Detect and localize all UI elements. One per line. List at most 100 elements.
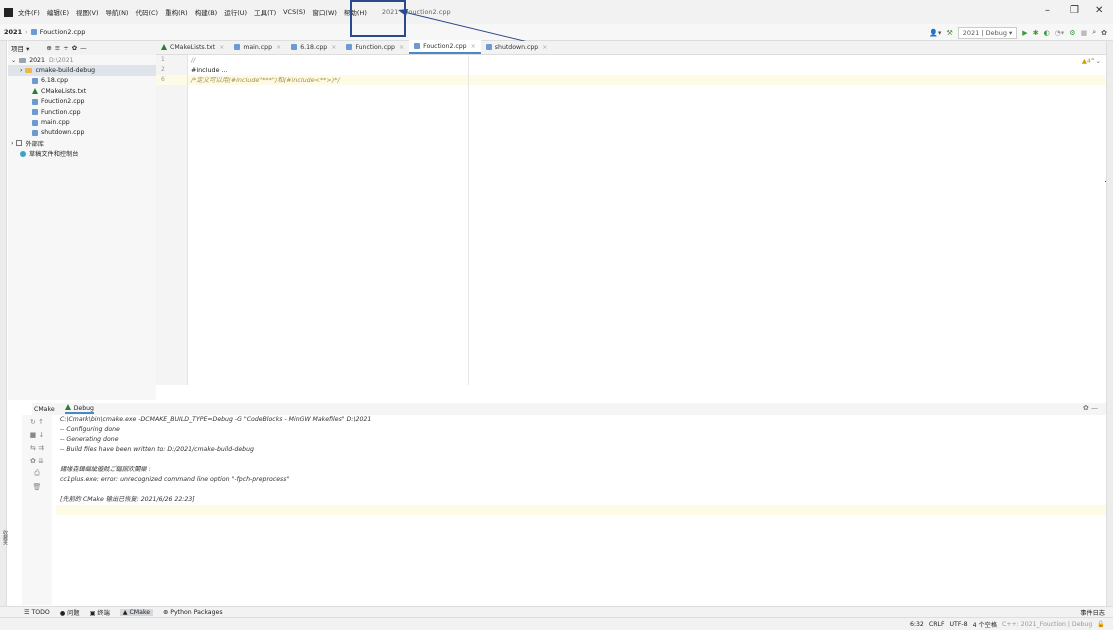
- expand-icon[interactable]: ÷: [63, 44, 68, 52]
- tree-item-label: main.cpp: [41, 119, 70, 127]
- tree-item-cmake-build-debug[interactable]: › cmake-build-debug: [8, 65, 156, 76]
- tree-root[interactable]: ⌄ 2021 D:\2021: [8, 55, 156, 65]
- tab-cmakelists[interactable]: CMakeLists.txt ×: [156, 40, 229, 54]
- cpp-file-icon: [32, 109, 38, 116]
- tab-main[interactable]: main.cpp ×: [229, 40, 286, 54]
- console-toolbar: ↻ ↑ ■ ↓ ⇆ ⇉ ✿ ⇊ ⎙ 🗑: [22, 415, 52, 605]
- tree-item-scratches[interactable]: 草稿文件和控制台: [8, 149, 156, 159]
- trash-icon[interactable]: 🗑: [22, 480, 52, 493]
- gear-icon[interactable]: ✿: [72, 44, 77, 52]
- chevron-icon[interactable]: ⌃⌄: [1090, 57, 1101, 65]
- reload-icon[interactable]: ↻ ↑: [22, 415, 52, 428]
- tree-item-label: 6.18.cpp: [41, 77, 69, 85]
- tree-root-label: 2021: [29, 56, 45, 64]
- code-line[interactable]: //: [188, 55, 1105, 65]
- print-icon[interactable]: ⎙: [22, 467, 52, 480]
- tree-item-file[interactable]: main.cpp: [8, 117, 156, 127]
- project-view-select[interactable]: 项目 ▾: [11, 43, 29, 53]
- close-tab-icon[interactable]: ×: [276, 44, 281, 51]
- collapse-icon[interactable]: ≡: [55, 44, 60, 52]
- tab-python-packages[interactable]: ⊛ Python Packages: [163, 609, 222, 616]
- line-ending[interactable]: CRLF: [929, 621, 945, 628]
- tree-root-path: D:\2021: [48, 56, 74, 64]
- console-line: C:\Cmark\bin\cmake.exe -DCMAKE_BUILD_TYP…: [60, 416, 372, 423]
- project-panel-header: 项目 ▾ ⊕ ≡ ÷ ✿ —: [8, 41, 156, 55]
- cpp-file-icon: [485, 44, 492, 50]
- chevron-right-icon: ›: [20, 67, 23, 75]
- console-header: CMake Debug ✿ —: [32, 403, 1106, 415]
- tab-618[interactable]: 6.18.cpp ×: [286, 40, 341, 54]
- locate-icon[interactable]: ⊕: [46, 44, 51, 52]
- cpp-file-icon: [346, 44, 353, 50]
- console-settings-icon[interactable]: ✿ —: [1083, 404, 1098, 412]
- right-margin-guide: [468, 55, 469, 385]
- console-line: [56, 505, 1106, 515]
- line-number: 1: [161, 56, 165, 63]
- close-tab-icon[interactable]: ×: [219, 44, 224, 51]
- stop-icon[interactable]: ■ ↓: [22, 428, 52, 441]
- bottom-tool-tabs: ☰ TODO ● 问题 ▣ 终端 ▲ CMake ⊛ Python Packag…: [0, 606, 1113, 617]
- tab-fouction2[interactable]: Fouction2.cpp ×: [409, 40, 481, 54]
- tab-label: Fouction2.cpp: [423, 42, 467, 50]
- tab-shutdown[interactable]: shutdown.cpp ×: [481, 40, 553, 54]
- console-output[interactable]: C:\Cmark\bin\cmake.exe -DCMAKE_BUILD_TYP…: [56, 415, 1106, 605]
- tree-item-file[interactable]: 6.18.cpp: [8, 76, 156, 86]
- tree-item-file[interactable]: Fouction2.cpp: [8, 97, 156, 107]
- tree-item-file[interactable]: CMakeLists.txt: [8, 86, 156, 96]
- cursor-position[interactable]: 6:32: [910, 621, 924, 628]
- settings-icon[interactable]: ✿ ⇊: [22, 454, 52, 467]
- right-tool-strip: [1106, 41, 1113, 615]
- wrap-icon[interactable]: ⇆ ⇉: [22, 441, 52, 454]
- event-log-button[interactable]: 事件日志: [1080, 608, 1105, 617]
- close-tab-icon[interactable]: ×: [399, 44, 404, 51]
- cpp-file-icon: [414, 43, 421, 49]
- tree-item-file[interactable]: shutdown.cpp: [8, 128, 156, 138]
- tree-item-label: Function.cpp: [41, 108, 81, 116]
- chevron-right-icon: ›: [11, 139, 14, 147]
- tab-cmake[interactable]: ▲ CMake: [119, 608, 154, 616]
- cpp-file-icon: [32, 129, 38, 136]
- folder-icon: [19, 57, 27, 63]
- encoding[interactable]: UTF-8: [950, 621, 968, 628]
- tab-terminal[interactable]: ▣ 终端: [90, 608, 110, 617]
- tree-item-external-libs[interactable]: › 外部库: [8, 138, 156, 148]
- console-line: -- Generating done: [60, 436, 119, 443]
- cpp-file-icon: [32, 77, 38, 84]
- favorites-label[interactable]: 收藏夹: [2, 530, 9, 545]
- console-tab-cmake[interactable]: CMake: [34, 406, 55, 413]
- console-line: cc1plus.exe: error: unrecognized command…: [60, 476, 290, 483]
- hide-icon[interactable]: —: [80, 44, 87, 52]
- library-icon: [16, 140, 23, 147]
- code-line[interactable]: #include ...: [188, 65, 1105, 75]
- cpp-file-icon: [32, 98, 38, 105]
- close-tab-icon[interactable]: ×: [542, 44, 547, 51]
- tab-label: Function.cpp: [355, 43, 395, 51]
- tree-item-label: 外部库: [25, 140, 45, 148]
- close-tab-icon[interactable]: ×: [471, 43, 476, 50]
- tree-item-file[interactable]: Function.cpp: [8, 107, 156, 117]
- indent[interactable]: 4 个空格: [973, 620, 997, 629]
- tree-item-label: CMakeLists.txt: [41, 87, 87, 95]
- code-editor[interactable]: // #include ... /*定义可以用(#include"***")和(…: [188, 55, 1105, 385]
- tab-function[interactable]: Function.cpp ×: [341, 40, 409, 54]
- status-bar: 6:32 CRLF UTF-8 4 个空格 C++: 2021_Fouction…: [0, 617, 1113, 630]
- context[interactable]: C++: 2021_Fouction | Debug: [1002, 621, 1092, 628]
- close-tab-icon[interactable]: ×: [331, 44, 336, 51]
- console-tab-debug[interactable]: Debug: [64, 404, 94, 414]
- cpp-file-icon: [291, 44, 298, 50]
- editor-tabs: CMakeLists.txt × main.cpp × 6.18.cpp × Func…: [156, 40, 1106, 55]
- console-line: [先前的 CMake 输出已恢复: 2021/6/26 22:23]: [60, 496, 195, 503]
- tab-todo[interactable]: ☰ TODO: [24, 609, 50, 616]
- console-line: 鍚堟垚鍓嶇紪璇戝ご鏂囦欢閿欒 :: [60, 466, 151, 473]
- tab-label: main.cpp: [243, 43, 273, 51]
- scratch-icon: [20, 150, 26, 157]
- tree-item-label: 草稿文件和控制台: [29, 151, 79, 159]
- tab-problems[interactable]: ● 问题: [60, 608, 80, 617]
- tab-label: shutdown.cpp: [494, 43, 539, 51]
- console-tab-label: Debug: [73, 405, 94, 412]
- lock-icon[interactable]: 🔓: [1097, 620, 1105, 628]
- code-line[interactable]: /*定义可以用(#include"***")和(#include<**>)*/: [188, 75, 1105, 85]
- console-line: -- Build files have been written to: D:/…: [60, 446, 254, 453]
